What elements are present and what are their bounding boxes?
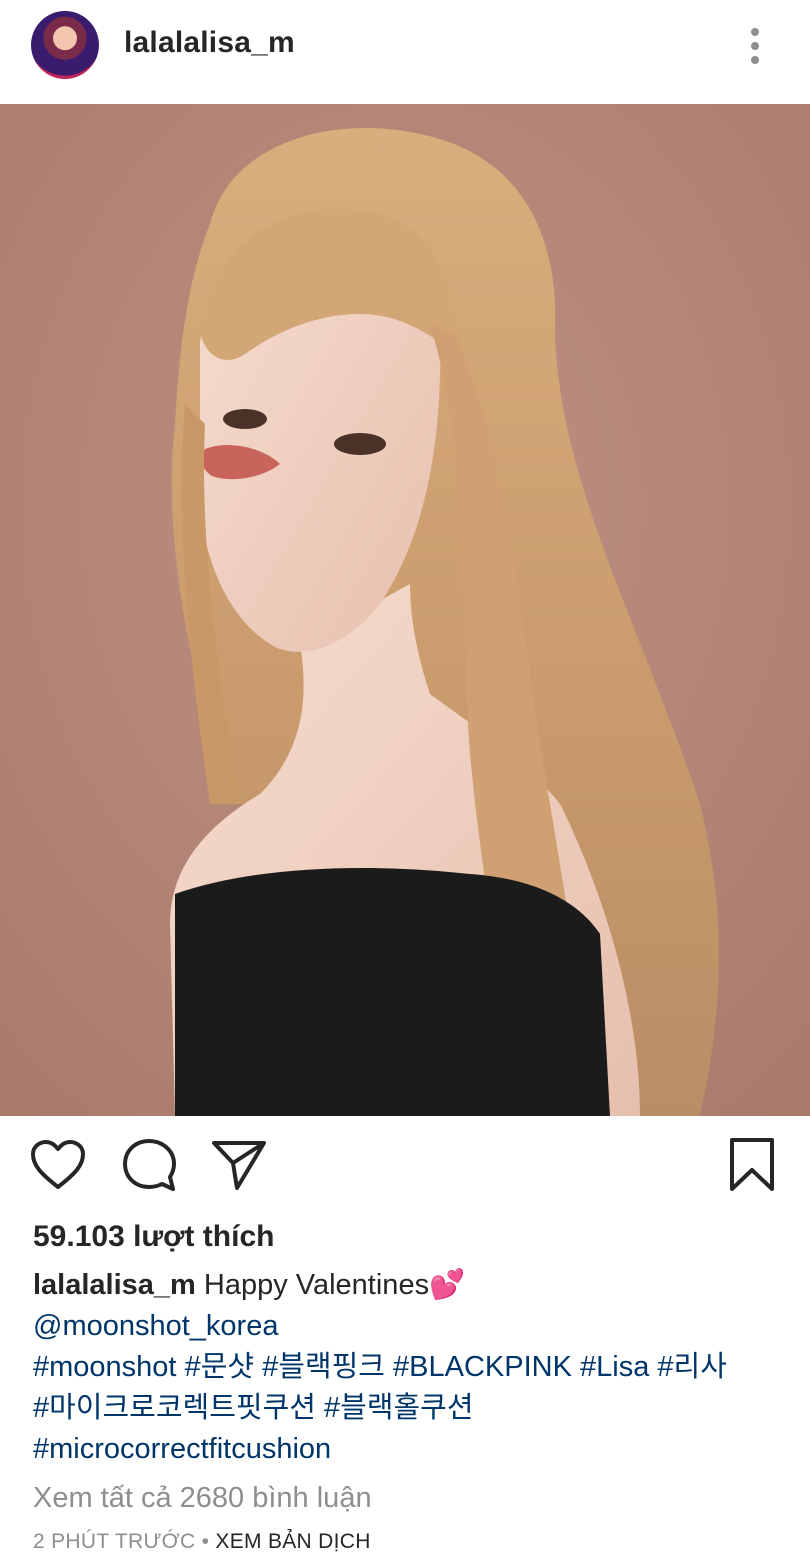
hashtag-link[interactable]: #리사 [657,1351,727,1383]
hashtag-link[interactable]: #블랙홀쿠션 [324,1392,474,1424]
caption-line-2: @moonshot_korea [33,1306,793,1347]
heart-icon[interactable] [28,1130,88,1200]
bookmark-icon[interactable] [722,1130,782,1200]
caption-line-5: #microcorrectfitcushion [33,1429,793,1470]
more-vertical-icon[interactable] [740,24,770,68]
action-bar [0,1130,810,1200]
caption-line-1: lalalalisa_m Happy Valentines💕 [33,1265,793,1306]
caption-username[interactable]: lalalalisa_m [33,1269,196,1301]
mention-link[interactable]: @moonshot_korea [33,1310,278,1342]
see-translation-link[interactable]: XEM BẢN DỊCH [215,1530,370,1553]
comment-icon[interactable] [119,1130,179,1200]
post-photo-illustration [0,104,810,1116]
hearts-emoji: 💕 [429,1269,466,1301]
caption-line-4: #마이크로코렉트핏쿠션 #블랙홀쿠션 [33,1388,793,1429]
post-header: lalalalisa_m [0,0,810,104]
avatar[interactable] [31,11,99,79]
post-timestamp: 2 PHÚT TRƯỚC [33,1530,196,1553]
hashtag-link[interactable]: #Lisa [580,1351,649,1383]
send-icon[interactable] [209,1130,269,1200]
hashtag-link[interactable]: #microcorrectfitcushion [33,1433,331,1465]
post-meta: 2 PHÚT TRƯỚC • XEM BẢN DỊCH [33,1530,371,1554]
hashtag-link[interactable]: #BLACKPINK [393,1351,572,1383]
caption: lalalalisa_m Happy Valentines💕 @moonshot… [33,1265,793,1470]
caption-text: Happy Valentines [203,1269,430,1301]
meta-separator: • [201,1530,210,1553]
caption-line-3: #moonshot #문샷 #블랙핑크 #BLACKPINK #Lisa #리사 [33,1347,793,1388]
hashtag-link[interactable]: #블랙핑크 [262,1351,385,1383]
post-username[interactable]: lalalalisa_m [124,26,295,60]
view-all-comments-link[interactable]: Xem tất cả 2680 bình luận [33,1482,372,1515]
post-photo[interactable] [0,104,810,1116]
hashtag-link[interactable]: #마이크로코렉트핏쿠션 [33,1392,316,1424]
hashtag-link[interactable]: #문샷 [185,1351,255,1383]
likes-count[interactable]: 59.103 lượt thích [33,1220,274,1254]
hashtag-link[interactable]: #moonshot [33,1351,177,1383]
